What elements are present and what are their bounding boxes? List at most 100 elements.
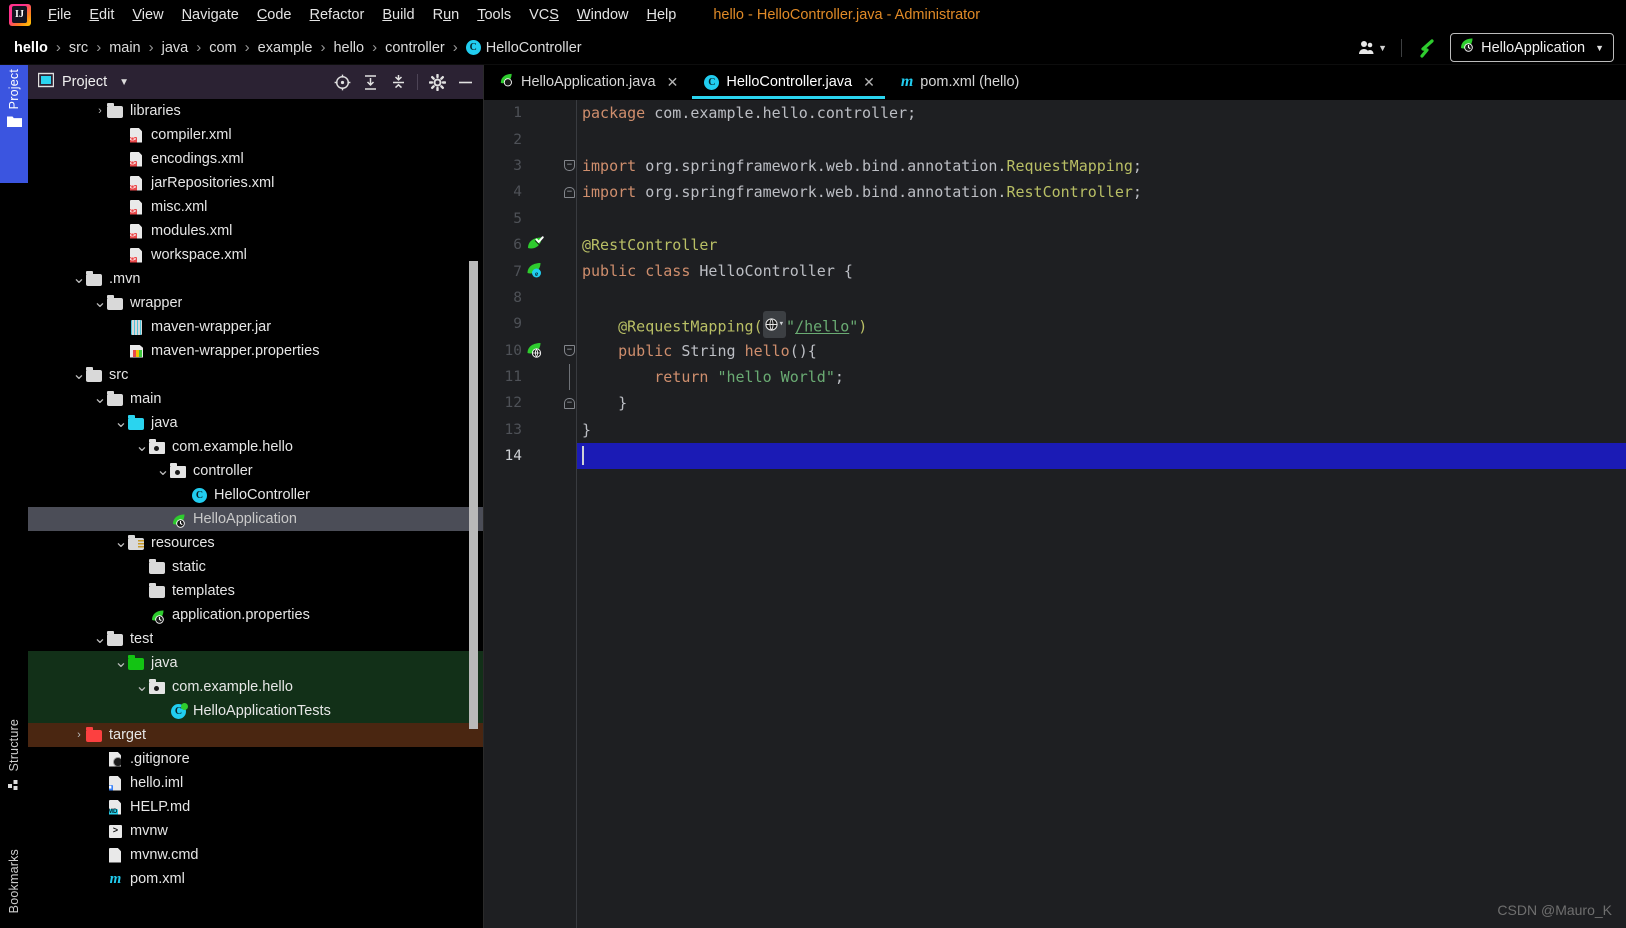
gutter-line[interactable]: 12 − [484, 390, 576, 416]
code-editor[interactable]: 1 2 3−4−5 6 7 e 8 9 10−11 12−13 14 package com.exa… [484, 100, 1626, 928]
tree-item[interactable]: ⌄ com.example.hello [28, 435, 484, 459]
gutter-line[interactable]: 5 [484, 206, 576, 232]
tree-item[interactable]: <> encodings.xml [28, 147, 484, 171]
code-line[interactable]: public class HelloController { [576, 258, 1626, 284]
tree-item[interactable]: ⌄ test [28, 627, 484, 651]
code-line[interactable]: } [576, 417, 1626, 443]
project-tree[interactable]: › libraries <> compiler.xml <> encodings.xml <… [28, 99, 484, 928]
gutter-line[interactable]: 3− [484, 153, 576, 179]
chevron-down-icon[interactable]: ⌄ [72, 271, 86, 287]
tree-item[interactable]: ⌄ java [28, 651, 484, 675]
code-folding-marker[interactable]: − [562, 153, 576, 179]
code-line[interactable]: import org.springframework.web.bind.anno… [576, 179, 1626, 205]
tree-item[interactable]: > mvnw [28, 819, 484, 843]
tree-item[interactable]: maven-wrapper.jar [28, 315, 484, 339]
tree-item[interactable]: <> compiler.xml [28, 123, 484, 147]
breadcrumb-item-hello[interactable]: hello [14, 40, 48, 56]
breadcrumb-item-hellocontroller[interactable]: HelloController [486, 40, 582, 56]
menu-vcs[interactable]: VCS [520, 3, 568, 27]
editor-gutter[interactable]: 1 2 3−4−5 6 7 e 8 9 10−11 12−13 14 [484, 100, 576, 928]
breadcrumb-item-main[interactable]: main [109, 40, 140, 56]
tree-item[interactable]: › target [28, 723, 484, 747]
menu-build[interactable]: Build [373, 3, 423, 27]
code-folding-marker[interactable]: − [562, 390, 576, 416]
chevron-right-icon[interactable]: › [72, 728, 86, 742]
gutter-line[interactable]: 9 [484, 311, 576, 337]
code-line[interactable]: @RequestMapping(▾ "/hello") [576, 311, 1626, 338]
gutter-line[interactable]: 8 [484, 285, 576, 311]
menu-code[interactable]: Code [248, 3, 301, 27]
gutter-line[interactable]: 1 [484, 100, 576, 126]
code-line[interactable] [576, 443, 1626, 470]
code-line[interactable] [576, 126, 1626, 152]
tab-helloapplication-java[interactable]: HelloApplication.java ✕ [484, 65, 690, 99]
menu-tools[interactable]: Tools [468, 3, 520, 27]
code-line[interactable]: @RestController [576, 232, 1626, 258]
sidebar-item-structure[interactable]: Structure [0, 715, 28, 815]
gutter-line[interactable]: 2 [484, 126, 576, 152]
hide-panel-icon[interactable] [452, 69, 478, 95]
breadcrumb-item-hello-pkg[interactable]: hello [333, 40, 364, 56]
gutter-line[interactable]: 14 [484, 443, 576, 469]
tree-item[interactable]: MD HELP.md [28, 795, 484, 819]
tree-item[interactable]: .gitignore [28, 747, 484, 771]
tree-item[interactable]: C HelloApplicationTests [28, 699, 484, 723]
locate-icon[interactable] [329, 69, 355, 95]
chevron-down-icon[interactable]: ⌄ [135, 439, 149, 455]
project-tree-scrollbar[interactable] [469, 261, 478, 729]
tree-item[interactable]: <> misc.xml [28, 195, 484, 219]
menu-refactor[interactable]: Refactor [301, 3, 374, 27]
tree-item[interactable]: <> modules.xml [28, 219, 484, 243]
sidebar-item-project[interactable]: Project [0, 65, 28, 183]
chevron-right-icon[interactable]: › [93, 104, 107, 118]
collapse-all-icon[interactable] [385, 69, 411, 95]
breadcrumb-item-example[interactable]: example [258, 40, 313, 56]
tree-item[interactable]: C HelloController [28, 483, 484, 507]
gutter-line[interactable]: 11 [484, 363, 576, 391]
code-line[interactable]: public String hello(){ [576, 338, 1626, 364]
tree-item[interactable]: ⌄ resources [28, 531, 484, 555]
breadcrumb-item-com[interactable]: com [209, 40, 236, 56]
spring-bean-check-icon[interactable] [526, 236, 544, 254]
code-line[interactable] [576, 206, 1626, 232]
chevron-down-icon[interactable]: ⌄ [114, 415, 128, 431]
gutter-line[interactable]: 4− [484, 179, 576, 205]
tree-item[interactable]: ⌄ src [28, 363, 484, 387]
code-line[interactable]: return "hello World"; [576, 364, 1626, 390]
menu-edit[interactable]: Edit [80, 3, 123, 27]
tree-item[interactable]: static [28, 555, 484, 579]
web-endpoint-icon[interactable]: ▾ [762, 311, 787, 338]
tree-item[interactable]: maven-wrapper.properties [28, 339, 484, 363]
gutter-line[interactable]: 13 [484, 417, 576, 443]
menu-file[interactable]: File [39, 3, 80, 27]
editor-code-lines[interactable]: package com.example.hello.controller; imp… [576, 100, 1626, 928]
tree-item[interactable]: application.properties [28, 603, 484, 627]
tree-item[interactable]: mvnw.cmd [28, 843, 484, 867]
search-everywhere-icon[interactable] [1410, 34, 1444, 62]
breadcrumb-item-java[interactable]: java [162, 40, 189, 56]
gutter-line[interactable]: 10 − [484, 338, 576, 364]
chevron-down-icon[interactable]: ⌄ [93, 631, 107, 647]
tab-hellocontroller-java[interactable]: C HelloController.java ✕ [690, 65, 886, 99]
expand-all-icon[interactable] [357, 69, 383, 95]
chevron-down-icon[interactable]: ⌄ [93, 391, 107, 407]
code-line[interactable] [576, 285, 1626, 311]
code-folding-marker[interactable] [562, 363, 576, 391]
code-line[interactable]: } [576, 390, 1626, 416]
spring-bean-icon[interactable]: e [526, 262, 544, 280]
code-folding-marker[interactable]: − [562, 179, 576, 205]
tree-item[interactable]: ⌄ main [28, 387, 484, 411]
close-icon[interactable]: ✕ [863, 74, 875, 91]
tree-item[interactable]: templates [28, 579, 484, 603]
tree-item[interactable]: m pom.xml [28, 867, 484, 891]
code-line[interactable]: import org.springframework.web.bind.anno… [576, 153, 1626, 179]
tree-item[interactable]: <> workspace.xml [28, 243, 484, 267]
chevron-down-icon[interactable]: ⌄ [156, 463, 170, 479]
breadcrumb-item-src[interactable]: src [69, 40, 88, 56]
tree-item[interactable]: ⌄ wrapper [28, 291, 484, 315]
code-line[interactable]: package com.example.hello.controller; [576, 100, 1626, 126]
tree-item[interactable]: ⌄ com.example.hello [28, 675, 484, 699]
chevron-down-icon[interactable]: ⌄ [93, 295, 107, 311]
menu-view[interactable]: View [123, 3, 172, 27]
menu-window[interactable]: Window [568, 3, 638, 27]
